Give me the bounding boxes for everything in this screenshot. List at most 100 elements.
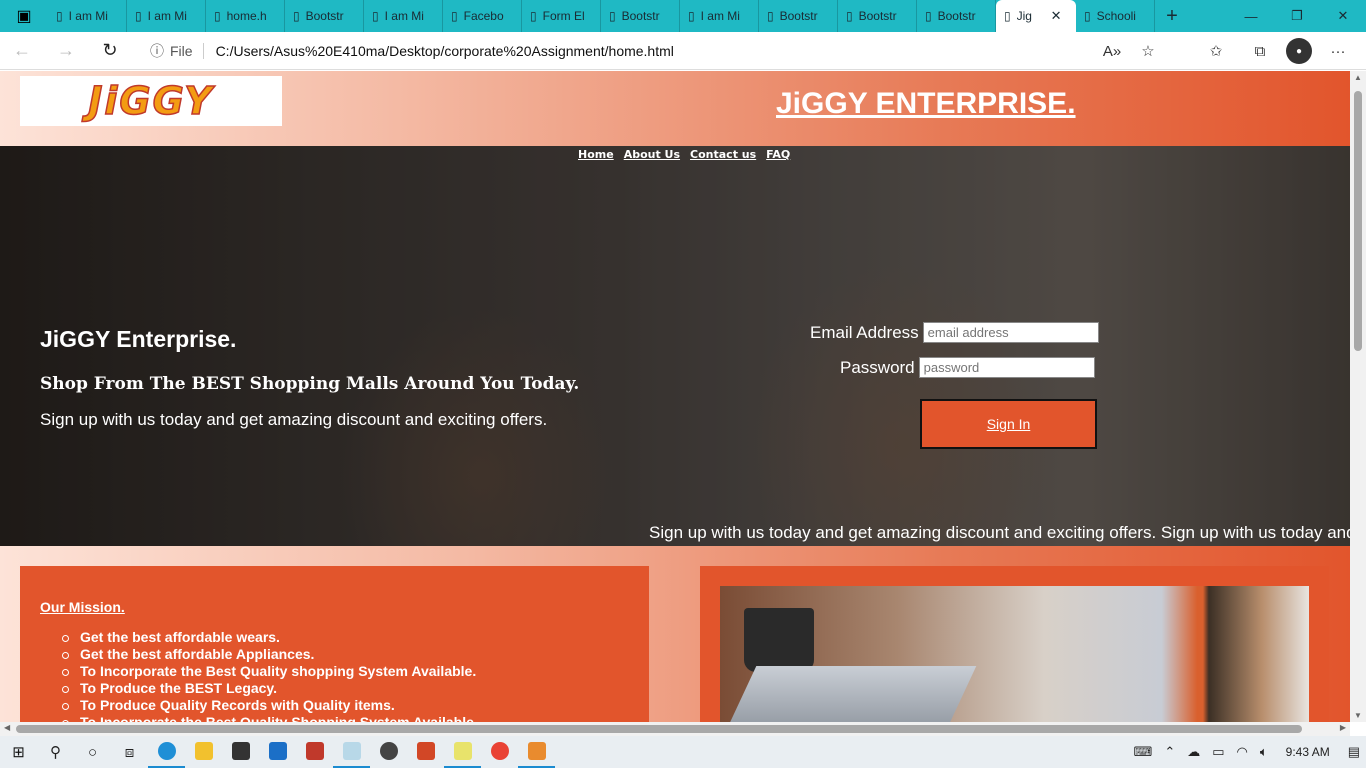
media-player-icon[interactable] [370, 736, 407, 768]
login-form: Email Address Password [810, 322, 1099, 392]
page-icon: ▯ [56, 9, 63, 23]
clock[interactable]: 9:43 AM [1274, 745, 1342, 759]
page-icon: ▯ [688, 9, 695, 23]
browser-tab[interactable]: ▯ Bootstr [601, 0, 680, 32]
close-window-icon[interactable]: ✕ [1320, 0, 1366, 32]
page-icon: ▯ [767, 9, 774, 23]
toolbar-actions: ✩ ⧉ ● ··· [1198, 32, 1356, 70]
battery-icon[interactable]: ▭ [1206, 744, 1230, 760]
lower-section: Our Mission. Get the best affordable wea… [0, 546, 1350, 722]
nav-link[interactable]: Home [578, 148, 614, 161]
forward-arrow-icon[interactable]: → [44, 32, 88, 70]
browser-tab[interactable]: ▯ I am Mi [48, 0, 127, 32]
search-icon[interactable]: ⚲ [37, 736, 74, 768]
volume-icon[interactable]: 🔈︎ [1254, 744, 1274, 760]
back-arrow-icon[interactable]: ← [0, 32, 44, 70]
browser-tab[interactable]: ▯ Jig ✕ [996, 0, 1076, 32]
office-photo [720, 586, 1309, 722]
address-url[interactable]: C:/Users/Asus%20E410ma/Desktop/corporate… [216, 43, 674, 59]
browser-tab[interactable]: ▯ Facebo [443, 0, 522, 32]
notes-icon[interactable] [444, 736, 481, 768]
coffee-cup-image [744, 608, 814, 672]
edge-icon[interactable] [148, 736, 185, 768]
password-label: Password [840, 357, 915, 377]
scroll-down-icon[interactable]: ▼ [1354, 711, 1362, 720]
mission-item: Get the best affordable Appliances. [62, 646, 629, 663]
site-title[interactable]: JiGGY ENTERPRISE. [776, 87, 1076, 121]
sublime-text-icon[interactable] [518, 736, 555, 768]
file-explorer-icon[interactable] [185, 736, 222, 768]
chrome-icon[interactable] [481, 736, 518, 768]
password-field[interactable] [918, 357, 1095, 378]
cortana-icon[interactable]: ○ [74, 736, 111, 768]
tab-actions-icon[interactable]: ▣ [0, 0, 48, 32]
collections-icon[interactable]: ⧉ [1242, 32, 1278, 70]
sign-in-button[interactable]: Sign In [920, 399, 1097, 449]
browser-tab[interactable]: ▯ Form El [522, 0, 601, 32]
show-hidden-icons-icon[interactable]: ⌃ [1158, 744, 1181, 760]
site-logo[interactable]: JiGGY [20, 76, 282, 126]
add-favorite-icon[interactable]: ☆ [1130, 32, 1166, 70]
scroll-up-icon[interactable]: ▲ [1354, 73, 1362, 82]
email-field[interactable] [922, 322, 1099, 343]
tab-label: home.h [226, 9, 267, 23]
new-tab-button[interactable]: + [1155, 0, 1189, 32]
app-icon[interactable] [296, 736, 333, 768]
restore-icon[interactable]: ❐ [1274, 0, 1320, 32]
hero-title: JiGGY Enterprise. [40, 326, 237, 352]
wifi-icon[interactable]: ◠ [1231, 744, 1254, 760]
laptop-image [723, 666, 977, 722]
info-icon[interactable]: ⓘ [144, 41, 170, 61]
nav-link[interactable]: FAQ [766, 148, 790, 161]
profile-avatar[interactable]: ● [1286, 38, 1312, 64]
horizontal-scroll-thumb[interactable] [16, 725, 1302, 733]
browser-tab[interactable]: ▯ Schooli [1076, 0, 1155, 32]
scroll-right-icon[interactable]: ▶ [1340, 723, 1346, 732]
windows-start-icon[interactable]: ⊞ [0, 736, 37, 768]
notepad-icon[interactable] [333, 736, 370, 768]
vertical-scrollbar[interactable]: ▲ ▼ [1350, 71, 1366, 722]
onedrive-icon[interactable]: ☁ [1181, 744, 1206, 760]
read-aloud-icon[interactable]: A» [1094, 32, 1130, 70]
nav-link[interactable]: About Us [624, 148, 680, 161]
browser-tab[interactable]: ▯ Bootstr [838, 0, 917, 32]
page-icon: ▯ [293, 9, 300, 23]
mission-item: To Produce the BEST Legacy. [62, 680, 629, 697]
notifications-icon[interactable]: ▤ [1342, 744, 1366, 760]
mail-icon[interactable] [259, 736, 296, 768]
tab-label: Bootstr [937, 9, 976, 23]
horizontal-scrollbar[interactable]: ◀ ▶ [0, 722, 1350, 736]
more-menu-icon[interactable]: ··· [1320, 32, 1356, 70]
nav-link[interactable]: Contact us [690, 148, 756, 161]
task-view-icon[interactable]: ⧈ [111, 736, 148, 768]
refresh-icon[interactable]: ↻ [88, 32, 132, 70]
site-header: JiGGY JiGGY ENTERPRISE. [0, 71, 1350, 146]
powerpoint-icon[interactable] [407, 736, 444, 768]
minimize-icon[interactable]: — [1228, 0, 1274, 32]
browser-tab[interactable]: ▯ I am Mi [364, 0, 443, 32]
tab-label: Bootstr [621, 9, 660, 23]
page-icon: ▯ [846, 9, 853, 23]
browser-tab[interactable]: ▯ I am Mi [680, 0, 759, 32]
address-bar[interactable]: ⓘ File C:/Users/Asus%20E410ma/Desktop/co… [144, 36, 1174, 66]
window-controls: — ❐ ✕ [1228, 0, 1366, 32]
mission-item: To Incorporate the Best Quality Shopping… [62, 714, 629, 722]
promo-marquee: Sign up with us today and get amazing di… [649, 523, 1350, 542]
scroll-left-icon[interactable]: ◀ [4, 723, 10, 732]
browser-tab[interactable]: ▯ Bootstr [759, 0, 838, 32]
mission-item: Get the best affordable wears. [62, 629, 629, 646]
store-icon[interactable] [222, 736, 259, 768]
browser-tab[interactable]: ▯ home.h [206, 0, 285, 32]
browser-tab[interactable]: ▯ Bootstr [917, 0, 996, 32]
vertical-scroll-thumb[interactable] [1354, 91, 1362, 351]
browser-tab-strip: ▣ ▯ I am Mi ▯ I am Mi ▯ home.h ▯ Bootstr ▯ I am M… [0, 0, 1366, 32]
password-row: Password [840, 357, 1099, 378]
close-tab-icon[interactable]: ✕ [1051, 8, 1062, 24]
browser-tab[interactable]: ▯ I am Mi [127, 0, 206, 32]
keyboard-icon[interactable]: ⌨ [1128, 744, 1159, 760]
page-icon: ▯ [609, 9, 616, 23]
favorites-icon[interactable]: ✩ [1198, 32, 1234, 70]
mission-item: To Produce Quality Records with Quality … [62, 697, 629, 714]
browser-tab[interactable]: ▯ Bootstr [285, 0, 364, 32]
system-tray: ⌨ ⌃ ☁ ▭ ◠ 🔈︎ 9:43 AM ▤ [1128, 736, 1366, 768]
